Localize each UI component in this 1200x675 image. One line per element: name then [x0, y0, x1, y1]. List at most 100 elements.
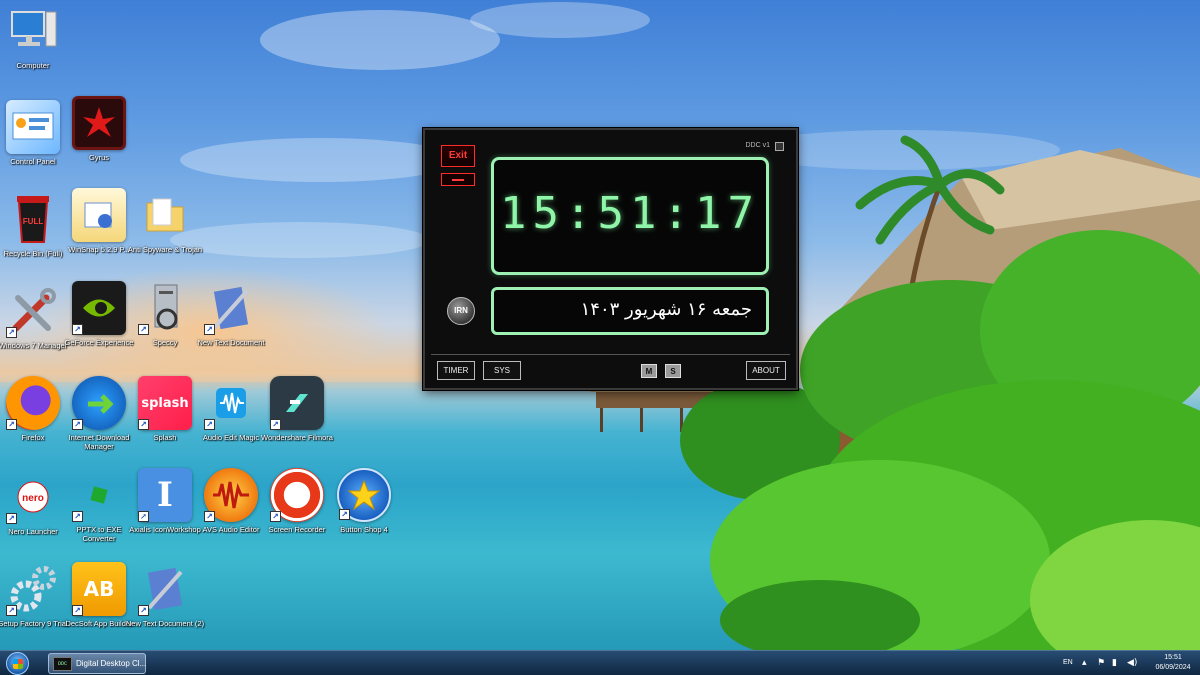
start-button[interactable] [6, 652, 29, 675]
desktop-icon-recycle-bin[interactable]: FULL Recycle Bin (Full) [0, 192, 66, 282]
shortcut-arrow-icon: ↗ [6, 327, 17, 338]
pptx-converter-icon: ↗ [72, 468, 126, 522]
shortcut-arrow-icon: ↗ [6, 513, 17, 524]
shortcut-arrow-icon: ↗ [270, 419, 281, 430]
sys-button[interactable]: SYS [483, 361, 521, 380]
desktop-icon-speccy[interactable]: ↗ Speccy [132, 281, 198, 371]
firefox-icon: ↗ [6, 376, 60, 430]
taskbar-item-digital-desktop-clock[interactable]: DDC Digital Desktop Cl... [48, 653, 146, 674]
language-indicator[interactable]: EN [1063, 659, 1073, 666]
volume-icon[interactable]: ◀) [1127, 658, 1137, 668]
exit-button[interactable]: Exit [441, 145, 475, 167]
version-label: DDC v1 [745, 142, 770, 149]
folder-icon [138, 188, 192, 242]
icon-label: Anti Spyware & Trojan [127, 245, 203, 254]
shortcut-arrow-icon: ↗ [138, 511, 149, 522]
icon-label: Button Shop 4 [340, 525, 388, 534]
shortcut-arrow-icon: ↗ [72, 419, 83, 430]
desktop-icon-audio-edit-magic[interactable]: ↗ Audio Edit Magic [198, 376, 264, 466]
icon-label: Wondershare Filmora [261, 433, 333, 442]
gears-icon: ↗ [6, 562, 60, 616]
desktop-icon-avs-audio-editor[interactable]: ↗ AVS Audio Editor [198, 468, 264, 558]
shortcut-arrow-icon: ↗ [72, 605, 83, 616]
shortcut-arrow-icon: ↗ [204, 324, 215, 335]
action-center-flag-icon[interactable]: ⚑ [1097, 658, 1105, 668]
shortcut-arrow-icon: ↗ [72, 324, 83, 335]
minimize-button[interactable] [441, 173, 475, 186]
shortcut-arrow-icon: ↗ [204, 511, 215, 522]
time-text: 15:51:17 [500, 188, 760, 239]
gyrus-icon [72, 96, 126, 150]
notepad-icon: ↗ [138, 562, 192, 616]
irn-calendar-button[interactable]: IRN [447, 297, 475, 325]
show-hidden-icons-icon[interactable]: ▴ [1082, 658, 1087, 668]
timer-button[interactable]: TIMER [437, 361, 475, 380]
about-button[interactable]: ABOUT [746, 361, 786, 380]
iconworkshop-icon: I ↗ [138, 468, 192, 522]
shortcut-arrow-icon: ↗ [339, 509, 350, 520]
date-text: جمعه ۱۶ شهریور ۱۴۰۳ [580, 299, 752, 320]
winsnap-icon [72, 188, 126, 242]
nero-icon: nero ↗ [6, 470, 60, 524]
shortcut-arrow-icon: ↗ [138, 419, 149, 430]
splash-glyph: splash [141, 395, 189, 411]
desktop-icon-screen-recorder[interactable]: ↗ Screen Recorder [264, 468, 330, 558]
svg-text:FULL: FULL [23, 217, 44, 226]
recycle-bin-icon: FULL [6, 192, 60, 246]
shortcut-arrow-icon: ↗ [138, 605, 149, 616]
m-button[interactable]: M [641, 364, 657, 378]
digital-desktop-clock-window[interactable]: Exit DDC v1 15:51:17 IRN جمعه ۱۶ شهریور … [423, 128, 798, 390]
ab-icon: AB ↗ [72, 562, 126, 616]
shortcut-arrow-icon: ↗ [6, 419, 17, 430]
star-icon: ↗ [337, 468, 391, 522]
desktop-icon-internet-download-manager[interactable]: ↗ Internet Download Manager [66, 376, 132, 466]
clock-time[interactable]: 15:51 [1150, 654, 1196, 661]
desktop-icon-wondershare-filmora[interactable]: ↗ Wondershare Filmora [261, 376, 333, 466]
desktop-icon-splash[interactable]: splash ↗ Splash [132, 376, 198, 466]
desktop-icon-nero-launcher[interactable]: nero ↗ Nero Launcher [0, 470, 66, 560]
desktop-icon-winsnap[interactable]: WinSnap 5.2.9 P... [66, 188, 132, 278]
s-button[interactable]: S [665, 364, 681, 378]
network-icon[interactable]: ▮ [1112, 658, 1117, 668]
window-menu-icon[interactable] [775, 142, 784, 151]
control-panel-icon [6, 100, 60, 154]
ddc-app-icon: DDC [53, 657, 72, 671]
time-display: 15:51:17 [491, 157, 769, 275]
desktop-icon-gyrus[interactable]: Gyrus [66, 96, 132, 186]
shortcut-arrow-icon: ↗ [270, 511, 281, 522]
icon-label: Computer [16, 61, 50, 70]
desktop-icon-pptx-to-exe[interactable]: ↗ PPTX to EXE Converter [66, 468, 132, 558]
notepad-icon: ↗ [204, 281, 258, 335]
shortcut-arrow-icon: ↗ [6, 605, 17, 616]
taskbar: DDC Digital Desktop Cl... EN ▴ ⚑ ▮ ◀) 15… [0, 650, 1200, 675]
icon-label: New Text Document [197, 338, 265, 347]
desktop-icon-new-text-document[interactable]: ↗ New Text Document [198, 281, 264, 371]
desktop-icon-geforce-experience[interactable]: ↗ GeForce Experience [65, 281, 133, 371]
date-display: جمعه ۱۶ شهریور ۱۴۰۳ [491, 287, 769, 335]
ab-glyph: AB [83, 577, 115, 601]
splash-icon: splash ↗ [138, 376, 192, 430]
desktop-icon-control-panel[interactable]: Control Panel [0, 100, 66, 190]
icon-label: New Text Document (2) [125, 619, 205, 628]
desktop-icon-axialis-iconworkshop[interactable]: I ↗ Axialis IconWorkshop [129, 468, 201, 558]
shortcut-arrow-icon: ↗ [138, 324, 149, 335]
record-icon: ↗ [270, 468, 324, 522]
desktop-icon-decsoft-app-builder[interactable]: AB ↗ DecSoft App Builder [65, 562, 133, 652]
footer-divider [431, 354, 790, 355]
speccy-icon: ↗ [138, 281, 192, 335]
desktop-icon-computer[interactable]: Computer [0, 4, 66, 94]
shortcut-arrow-icon: ↗ [204, 419, 215, 430]
clock-date[interactable]: 06/09/2024 [1150, 664, 1196, 671]
desktop-icon-firefox[interactable]: ↗ Firefox [0, 376, 66, 466]
desktop-icon-button-shop[interactable]: ↗ Button Shop 4 [331, 468, 397, 558]
shortcut-arrow-icon: ↗ [72, 511, 83, 522]
desktop-icon-anti-spyware-folder[interactable]: Anti Spyware & Trojan [128, 188, 202, 278]
taskbar-item-label: Digital Desktop Cl... [76, 659, 147, 668]
svg-text:nero: nero [22, 493, 44, 504]
desktop-icon-new-text-document-2[interactable]: ↗ New Text Document (2) [126, 562, 204, 652]
icon-label: Gyrus [88, 153, 109, 162]
filmora-icon: ↗ [270, 376, 324, 430]
desktop-icon-windows-7-manager[interactable]: ↗ Windows 7 Manager [0, 284, 67, 374]
nvidia-icon: ↗ [72, 281, 126, 335]
desktop-icon-setup-factory[interactable]: ↗ Setup Factory 9 Trial [0, 562, 68, 652]
